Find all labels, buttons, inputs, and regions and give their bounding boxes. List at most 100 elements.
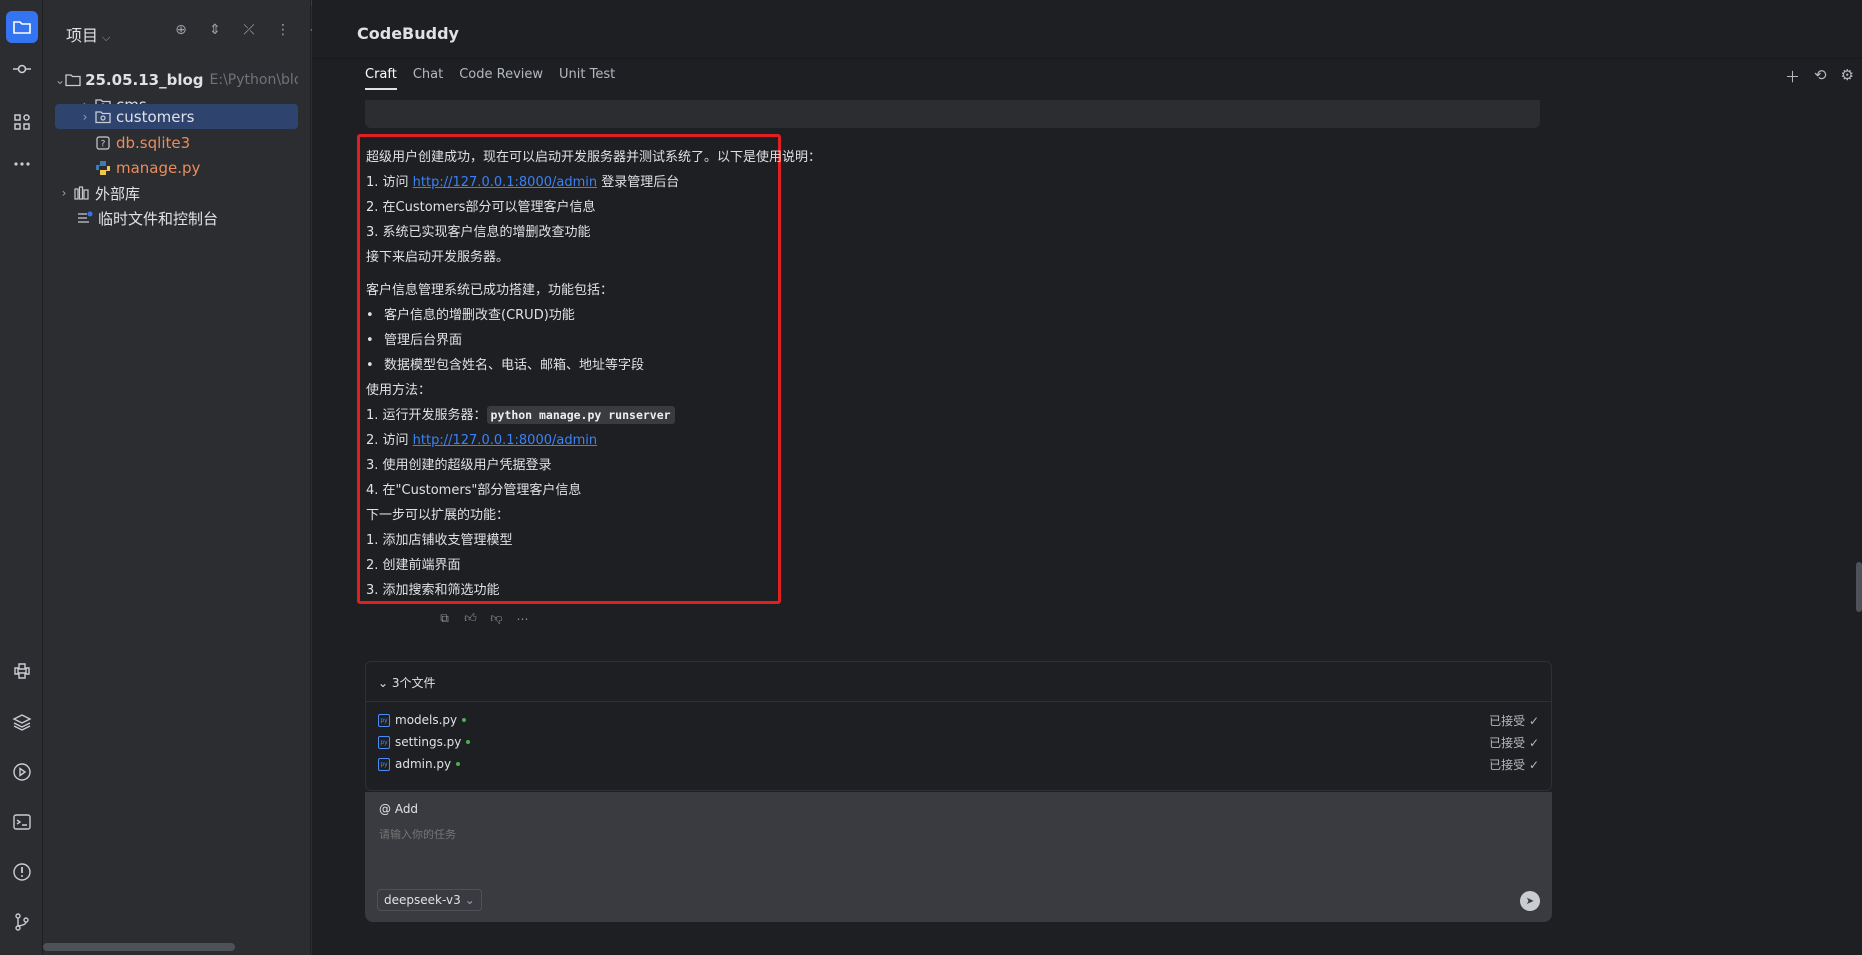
status-text: 已接受 xyxy=(1489,757,1526,772)
folder-icon xyxy=(65,72,81,88)
collapse-all-icon[interactable]: ⤫ xyxy=(239,20,259,40)
admin-link[interactable]: http://127.0.0.1:8000/admin xyxy=(413,175,597,190)
admin-link[interactable]: http://127.0.0.1:8000/admin xyxy=(413,433,597,448)
files-count-label: 3个文件 xyxy=(391,676,436,690)
thumbs-up-icon[interactable]: 👍︎ xyxy=(462,610,479,627)
python-file-icon xyxy=(94,160,112,176)
previous-message-block xyxy=(365,100,1540,128)
project-horizontal-scrollbar[interactable] xyxy=(43,943,235,951)
codebuddy-panel: CodeBuddy Craft Chat Code Review Unit Te… xyxy=(312,0,1862,955)
model-selector[interactable]: deepseek-v3 ⌄ xyxy=(377,889,482,911)
bullet-item: 管理后台界面 xyxy=(366,328,772,353)
gear-icon[interactable]: ⚙ xyxy=(1841,66,1854,87)
modified-dot xyxy=(456,762,461,766)
panel-title: CodeBuddy xyxy=(357,24,459,43)
check-icon: ✓ xyxy=(1528,757,1539,772)
message-line: 1. 访问 http://127.0.0.1:8000/admin 登录管理后台 xyxy=(366,170,772,195)
chevron-down-icon[interactable]: ⌄ xyxy=(55,73,65,87)
message-line: 客户信息管理系统已成功搭建，功能包括： xyxy=(366,283,614,298)
modified-dot xyxy=(462,718,467,722)
structure-icon[interactable] xyxy=(6,106,38,138)
project-panel: 项目⌵ ⊕ ⇕ ⤫ ⋮ — ⌄ 25.05.13_blog E:\Python\… xyxy=(43,0,324,955)
file-row[interactable]: py settings.py 已接受 ✓ xyxy=(378,732,1539,752)
inline-code: python manage.py runserver xyxy=(486,406,675,424)
status-text: 已接受 xyxy=(1489,713,1526,728)
tab-unit-test[interactable]: Unit Test xyxy=(559,67,615,90)
problems-icon[interactable] xyxy=(6,856,38,888)
project-toolbar: ⊕ ⇕ ⤫ ⋮ — xyxy=(171,20,327,40)
git-icon[interactable] xyxy=(6,906,38,938)
file-row[interactable]: py admin.py 已接受 ✓ xyxy=(378,754,1539,774)
copy-icon[interactable]: ⧉ xyxy=(436,610,453,627)
modified-dot xyxy=(466,740,471,744)
message-line: 2. 在Customers部分可以管理客户信息 xyxy=(366,200,596,215)
message-line: 下一步可以扩展的功能： xyxy=(366,508,510,523)
send-icon[interactable]: ➤ xyxy=(1520,891,1540,911)
tree-item-root[interactable]: ⌄ 25.05.13_blog E:\Python\blog_py\2 xyxy=(55,67,298,93)
tab-bar: Craft Chat Code Review Unit Test xyxy=(365,67,615,90)
expand-all-icon[interactable]: ⇕ xyxy=(205,20,225,40)
svg-text:?: ? xyxy=(101,140,106,150)
message-text: 1. 运行开发服务器： xyxy=(366,408,487,423)
message-line: 接下来启动开发服务器。 xyxy=(366,250,510,265)
history-icon[interactable]: ⟲ xyxy=(1814,66,1827,87)
python-file-icon: py xyxy=(378,757,390,771)
message-line: 2. 访问 http://127.0.0.1:8000/admin xyxy=(366,428,772,453)
chevron-down-icon: ⌄ xyxy=(378,676,392,690)
project-title-label: 项目 xyxy=(66,26,99,45)
library-icon xyxy=(73,185,91,201)
message-line: 2. 创建前端界面 xyxy=(366,558,461,573)
header-divider xyxy=(312,58,1862,59)
locate-icon[interactable]: ⊕ xyxy=(171,20,191,40)
project-title[interactable]: 项目 ⌵ xyxy=(66,22,110,46)
tree-item-db-sqlite3[interactable]: ? db.sqlite3 xyxy=(94,130,337,156)
chevron-right-icon[interactable]: › xyxy=(76,110,94,124)
panel-toolbar: ＋ ⟲ ⚙ xyxy=(1785,66,1854,87)
file-row[interactable]: py models.py 已接受 ✓ xyxy=(378,710,1539,730)
run-icon[interactable] xyxy=(6,756,38,788)
more-tools-icon[interactable] xyxy=(6,148,38,180)
add-context-button[interactable]: @ Add xyxy=(379,802,418,816)
thumbs-down-icon[interactable]: 👎︎ xyxy=(488,610,505,627)
options-icon[interactable]: ⋮ xyxy=(273,20,293,40)
python-file-icon: py xyxy=(378,735,390,749)
files-header[interactable]: ⌄ 3个文件 xyxy=(366,662,1551,702)
manage-py-label: manage.py xyxy=(116,159,201,177)
chevron-down-icon: ⌄ xyxy=(464,893,475,907)
project-folder-icon[interactable] xyxy=(6,11,38,43)
message-line: 1. 添加店铺收支管理模型 xyxy=(366,533,513,548)
message-line: 4. 在"Customers"部分管理客户信息 xyxy=(366,483,582,498)
project-header: 项目⌵ ⊕ ⇕ ⤫ ⋮ — xyxy=(43,0,324,64)
message-text: 1. 访问 xyxy=(366,175,413,190)
tab-chat[interactable]: Chat xyxy=(413,67,443,90)
check-icon: ✓ xyxy=(1528,713,1539,728)
tree-item-manage-py[interactable]: manage.py xyxy=(94,155,337,181)
message-line: 超级用户创建成功，现在可以启动开发服务器并测试系统了。以下是使用说明： xyxy=(366,150,822,165)
tab-craft[interactable]: Craft xyxy=(365,67,397,90)
plus-icon[interactable]: ＋ xyxy=(1785,66,1800,87)
layers-icon[interactable] xyxy=(6,706,38,738)
tree-item-external-libs[interactable]: › 外部库 xyxy=(55,180,298,206)
tree-item-scratches[interactable]: 临时文件和控制台 xyxy=(76,205,319,231)
task-input[interactable] xyxy=(379,829,1279,841)
bullet-item: 数据模型包含姓名、电话、邮箱、地址等字段 xyxy=(366,353,772,378)
python-console-icon[interactable] xyxy=(6,655,38,687)
scratches-icon xyxy=(76,210,94,226)
message-text: 登录管理后台 xyxy=(597,175,680,190)
more-icon[interactable]: ⋯ xyxy=(514,610,531,627)
tree-item-customers[interactable]: › customers xyxy=(55,104,298,129)
root-folder-path: E:\Python\blog_py\2 xyxy=(209,72,298,88)
chevron-down-icon: ⌵ xyxy=(102,31,111,44)
chat-vertical-scrollbar[interactable] xyxy=(1856,562,1862,612)
chevron-right-icon[interactable]: › xyxy=(55,186,73,200)
customers-folder-label: customers xyxy=(116,107,195,126)
commit-icon[interactable] xyxy=(6,53,38,85)
bullet-item: 客户信息的增删改查(CRUD)功能 xyxy=(366,303,772,328)
file-status: 已接受 ✓ xyxy=(1489,734,1539,751)
message-line: 1. 运行开发服务器： python manage.py runserver xyxy=(366,403,772,428)
terminal-icon[interactable] xyxy=(6,806,38,838)
message-actions: ⧉ 👍︎ 👎︎ ⋯ xyxy=(436,610,531,627)
tab-code-review[interactable]: Code Review xyxy=(459,67,543,90)
message-line: 使用方法： xyxy=(366,383,432,398)
